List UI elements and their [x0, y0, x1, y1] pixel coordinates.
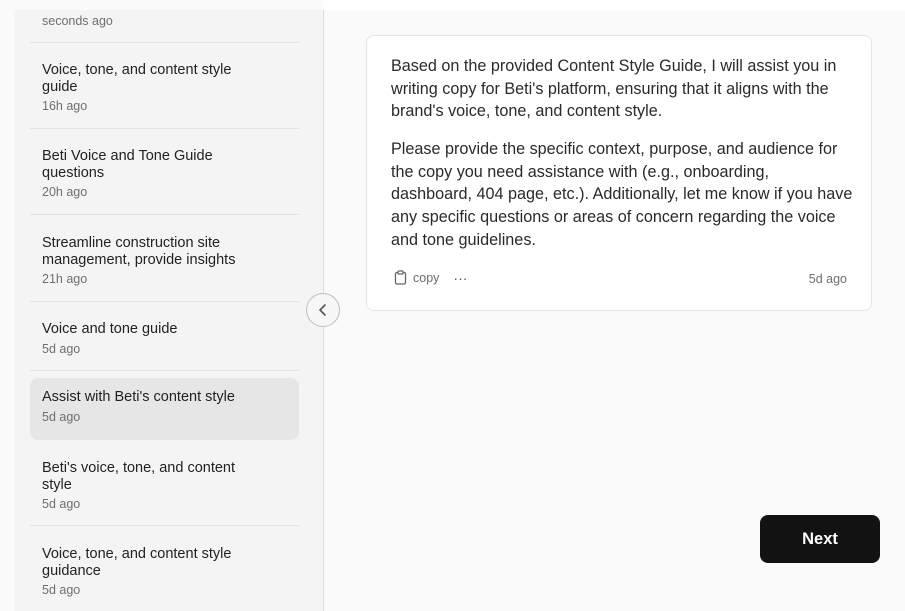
copy-label: copy	[413, 270, 440, 285]
message-paragraph: Please provide the specific context, pur…	[391, 140, 853, 249]
conversation-item[interactable]: Streamline construction site management,…	[30, 215, 299, 302]
message-time: 5d ago	[808, 272, 847, 286]
conversation-time: 21h ago	[42, 272, 88, 286]
conversation-list: seconds ago Voice, tone, and content sty…	[30, 10, 299, 611]
conversation-time: 5d ago	[42, 583, 81, 597]
conversation-item[interactable]: Beti Voice and Tone Guide questions 20h …	[30, 129, 299, 215]
conversation-item[interactable]: Voice, tone, and content style guidance …	[30, 526, 299, 611]
conversation-title: Voice and tone guide	[42, 321, 178, 337]
conversation-title: Beti Voice and Tone Guide questions	[42, 148, 213, 181]
conversation-time: 16h ago	[42, 99, 88, 113]
next-button[interactable]: Next	[760, 515, 880, 563]
top-strip	[323, 0, 905, 11]
conversation-item[interactable]: seconds ago	[30, 10, 299, 43]
more-options-button[interactable]: ···	[453, 271, 467, 285]
conversation-time: 20h ago	[42, 185, 88, 199]
conversation-time: 5d ago	[42, 497, 81, 511]
conversation-title: Voice, tone, and content style guidance	[42, 546, 232, 579]
chevron-left-icon	[319, 304, 326, 316]
conversation-title: Streamline construction site management,…	[42, 235, 236, 268]
conversation-time: 5d ago	[42, 409, 81, 424]
message-actions: copy ···	[394, 270, 467, 285]
conversation-sidebar: seconds ago Voice, tone, and content sty…	[14, 10, 324, 611]
conversation-time: seconds ago	[42, 14, 113, 28]
clipboard-icon	[394, 270, 407, 285]
conversation-item-selected[interactable]: Assist with Beti's content style 5d ago	[30, 378, 299, 440]
assistant-message-card: Based on the provided Content Style Guid…	[366, 35, 872, 311]
conversation-title: Assist with Beti's content style	[42, 389, 235, 405]
conversation-time: 5d ago	[42, 341, 81, 356]
message-body: Based on the provided Content Style Guid…	[391, 55, 853, 251]
conversation-item[interactable]: Voice and tone guide 5d ago	[30, 302, 299, 371]
message-paragraph: Based on the provided Content Style Guid…	[391, 57, 837, 121]
conversation-title: Voice, tone, and content style guide	[42, 62, 232, 95]
conversation-item[interactable]: Voice, tone, and content style guide 16h…	[30, 43, 299, 129]
conversation-item[interactable]: Beti's voice, tone, and content style 5d…	[30, 440, 299, 526]
copy-button[interactable]: copy	[394, 270, 439, 285]
collapse-sidebar-button[interactable]	[306, 293, 340, 327]
conversation-title: Beti's voice, tone, and content style	[42, 460, 236, 493]
